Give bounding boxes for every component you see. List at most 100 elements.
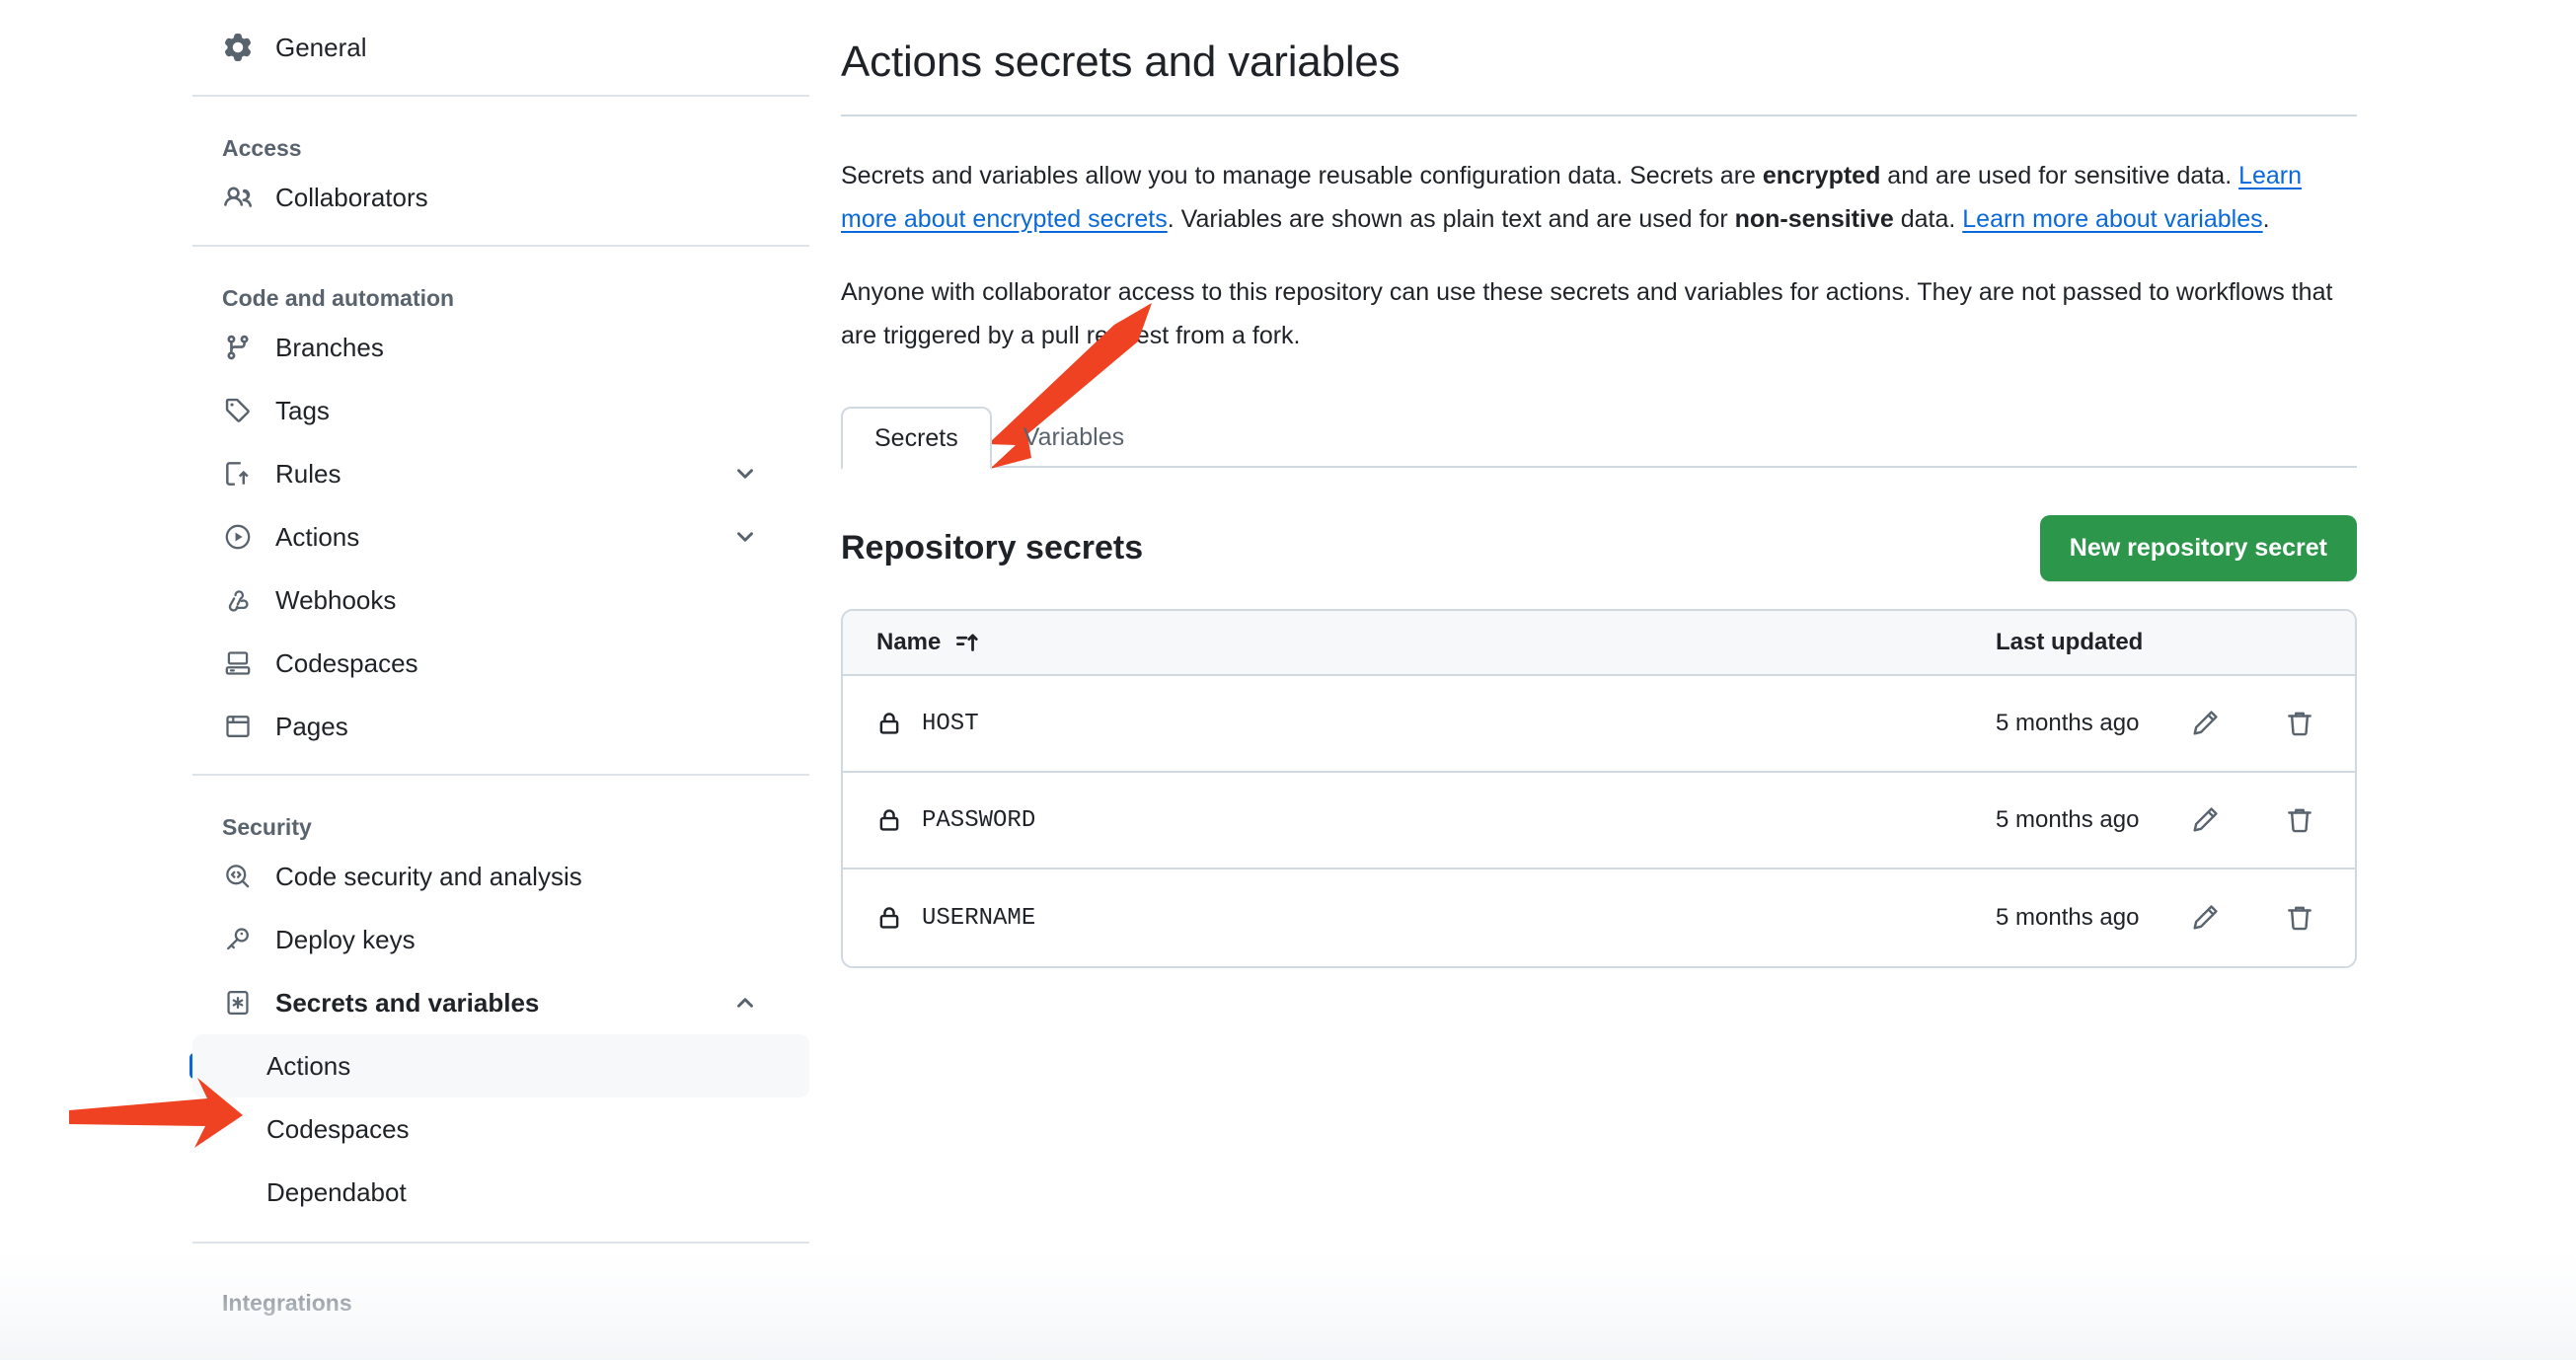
pencil-icon[interactable] <box>2183 798 2227 842</box>
lock-icon <box>876 711 902 736</box>
webhook-icon <box>222 584 254 616</box>
p1-text-3: . Variables are shown as plain text and … <box>1168 205 1735 233</box>
secret-name-cell: PASSWORD <box>876 807 1996 834</box>
sidebar-item-codespaces[interactable]: Codespaces <box>192 632 809 695</box>
chevron-down-icon[interactable] <box>732 461 758 487</box>
sidebar-item-label: Webhooks <box>275 585 396 616</box>
tag-icon <box>222 395 254 426</box>
sidebar-item-label: Collaborators <box>275 183 428 213</box>
tab-secrets[interactable]: Secrets <box>841 407 992 470</box>
sidebar-section-security: Security <box>222 792 819 845</box>
secret-name: PASSWORD <box>922 807 1035 834</box>
lock-icon <box>876 905 902 931</box>
sidebar-divider <box>192 1242 809 1244</box>
pencil-icon[interactable] <box>2183 896 2227 940</box>
secret-last-updated: 5 months ago <box>1996 904 2183 932</box>
chevron-up-icon[interactable] <box>732 990 758 1016</box>
table-row: HOST 5 months ago <box>843 676 2355 773</box>
p1-bold-non-sensitive: non-sensitive <box>1735 205 1894 233</box>
secret-last-updated: 5 months ago <box>1996 806 2183 834</box>
sort-ascending-icon[interactable] <box>954 630 980 655</box>
sidebar-item-code-security-and-analysis[interactable]: Code security and analysis <box>192 845 809 908</box>
git-branch-icon <box>222 332 254 363</box>
section-header: Repository secrets New repository secret <box>841 515 2357 581</box>
column-header-name[interactable]: Name <box>876 629 1996 656</box>
sidebar-item-label: Codespaces <box>266 1114 410 1145</box>
row-actions <box>2183 896 2321 940</box>
sidebar-item-general[interactable]: General <box>192 16 809 79</box>
p1-text-2: and are used for sensitive data. <box>1880 162 2238 189</box>
tab-nav: Secrets Variables <box>841 405 2357 468</box>
sidebar-divider <box>192 245 809 247</box>
sidebar-item-rules[interactable]: Rules <box>192 442 809 505</box>
sidebar-item-webhooks[interactable]: Webhooks <box>192 568 809 632</box>
sidebar-item-secrets-codespaces[interactable]: Codespaces <box>192 1097 809 1161</box>
asterisk-box-icon <box>222 987 254 1019</box>
secret-last-updated: 5 months ago <box>1996 710 2183 737</box>
new-repository-secret-button[interactable]: New repository secret <box>2040 515 2357 581</box>
sidebar-item-secrets-actions[interactable]: Actions <box>192 1034 809 1097</box>
browser-icon <box>222 711 254 742</box>
sidebar-item-label: Deploy keys <box>275 925 416 955</box>
codespaces-icon <box>222 647 254 679</box>
sidebar-divider <box>192 774 809 776</box>
sidebar-item-label: General <box>275 33 367 63</box>
row-actions <box>2183 702 2321 745</box>
sidebar-item-deploy-keys[interactable]: Deploy keys <box>192 908 809 971</box>
table-header-row: Name Last updated <box>843 611 2355 676</box>
sidebar-section-access: Access <box>222 113 819 166</box>
pencil-icon[interactable] <box>2183 702 2227 745</box>
row-actions <box>2183 798 2321 842</box>
chevron-down-icon[interactable] <box>732 524 758 550</box>
rules-icon <box>222 458 254 490</box>
link-variables[interactable]: Learn more about variables <box>1962 205 2262 233</box>
secrets-table: Name Last updated HOST 5 months ago <box>841 609 2357 968</box>
p1-text-5: . <box>2263 205 2270 233</box>
sidebar-item-label: Code security and analysis <box>275 862 582 892</box>
sidebar-item-label: Rules <box>275 459 341 490</box>
sidebar-item-branches[interactable]: Branches <box>192 316 809 379</box>
sidebar-divider <box>192 95 809 97</box>
column-header-last-updated: Last updated <box>1996 629 2321 656</box>
trash-icon[interactable] <box>2278 702 2321 745</box>
trash-icon[interactable] <box>2278 798 2321 842</box>
repository-secrets-title: Repository secrets <box>841 529 1143 567</box>
p1-text-4: data. <box>1894 205 1963 233</box>
sidebar-item-label: Actions <box>266 1051 350 1082</box>
page-title: Actions secrets and variables <box>841 0 2381 87</box>
sidebar-section-code-and-automation: Code and automation <box>222 263 819 316</box>
lock-icon <box>876 807 902 833</box>
table-row: PASSWORD 5 months ago <box>843 773 2355 869</box>
sidebar-item-label: Secrets and variables <box>275 988 539 1019</box>
intro-paragraph-2: Anyone with collaborator access to this … <box>841 270 2351 357</box>
sidebar-item-secrets-dependabot[interactable]: Dependabot <box>192 1161 809 1224</box>
secret-name-cell: HOST <box>876 711 1996 737</box>
sidebar-item-label: Codespaces <box>275 648 418 679</box>
trash-icon[interactable] <box>2278 896 2321 940</box>
sidebar-item-actions[interactable]: Actions <box>192 505 809 568</box>
settings-page: General Access Collaborators Code and au… <box>0 0 2576 1360</box>
sidebar-item-pages[interactable]: Pages <box>192 695 809 758</box>
title-divider <box>841 114 2357 116</box>
sidebar-item-tags[interactable]: Tags <box>192 379 809 442</box>
sidebar-item-label: Actions <box>275 522 359 553</box>
code-scan-icon <box>222 861 254 892</box>
people-icon <box>222 182 254 213</box>
sidebar-item-label: Branches <box>275 333 384 363</box>
p1-bold-encrypted: encrypted <box>1763 162 1880 189</box>
secret-name-cell: USERNAME <box>876 905 1996 932</box>
secret-name: USERNAME <box>922 905 1035 932</box>
intro-paragraph-1: Secrets and variables allow you to manag… <box>841 154 2351 241</box>
sidebar-item-label: Pages <box>275 712 348 742</box>
settings-sidebar: General Access Collaborators Code and au… <box>0 0 819 1360</box>
secret-name: HOST <box>922 711 979 737</box>
p1-text-1: Secrets and variables allow you to manag… <box>841 162 1763 189</box>
main-content: Actions secrets and variables Secrets an… <box>841 0 2381 968</box>
gear-icon <box>222 32 254 63</box>
column-header-name-label: Name <box>876 629 941 656</box>
sidebar-item-label: Dependabot <box>266 1177 407 1208</box>
sidebar-item-collaborators[interactable]: Collaborators <box>192 166 809 229</box>
tab-variables[interactable]: Variables <box>992 407 1156 468</box>
sidebar-item-secrets-and-variables[interactable]: Secrets and variables <box>192 971 809 1034</box>
key-icon <box>222 924 254 955</box>
